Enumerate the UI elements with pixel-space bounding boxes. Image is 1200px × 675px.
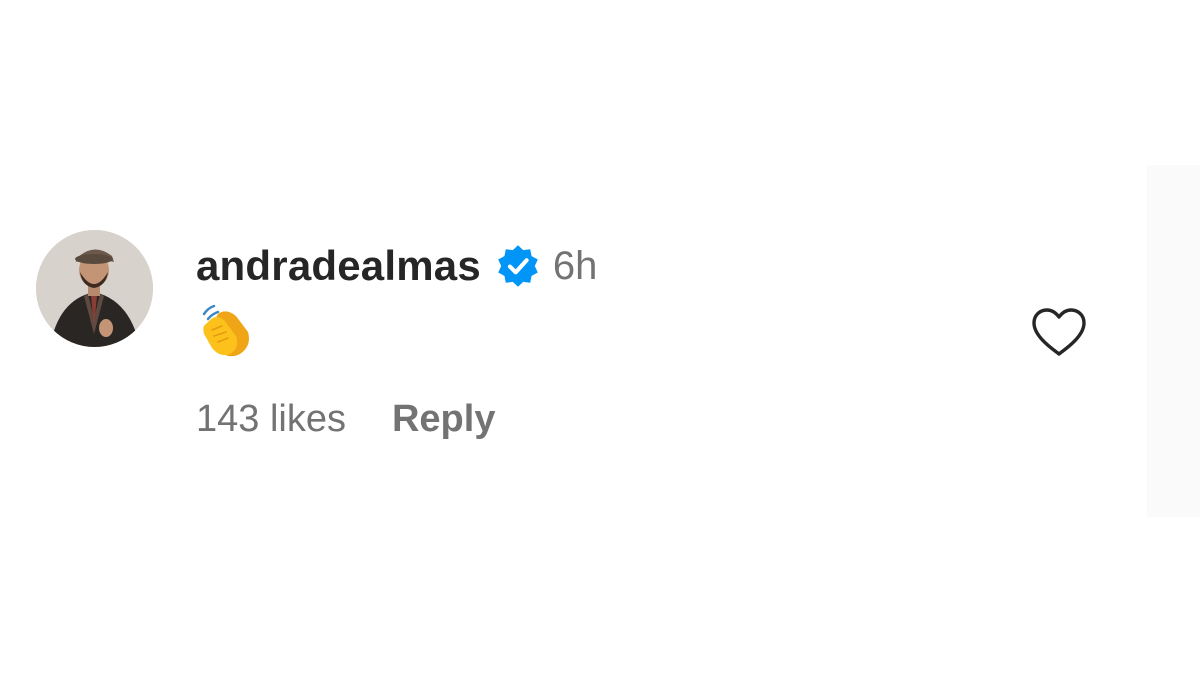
comment-header: andradealmas 6h (196, 238, 597, 294)
avatar[interactable] (36, 230, 153, 347)
verified-badge-icon (495, 243, 541, 289)
timestamp[interactable]: 6h (553, 244, 598, 289)
username-link[interactable]: andradealmas (196, 242, 481, 290)
comment-item: andradealmas 6h 143 likes Reply (36, 230, 1116, 460)
comment-actions: 143 likes Reply (196, 398, 597, 441)
comment-view: andradealmas 6h 143 likes Reply (0, 0, 1200, 675)
clapping-hands-icon (196, 300, 256, 360)
comment-body: andradealmas 6h 143 likes Reply (196, 238, 597, 441)
heart-outline-icon[interactable] (1030, 306, 1088, 358)
avatar-image (36, 230, 153, 347)
likes-count-link[interactable]: 143 likes (196, 398, 346, 441)
reply-button[interactable]: Reply (392, 398, 495, 441)
comment-text (196, 300, 597, 360)
side-panel-edge (1147, 165, 1200, 517)
